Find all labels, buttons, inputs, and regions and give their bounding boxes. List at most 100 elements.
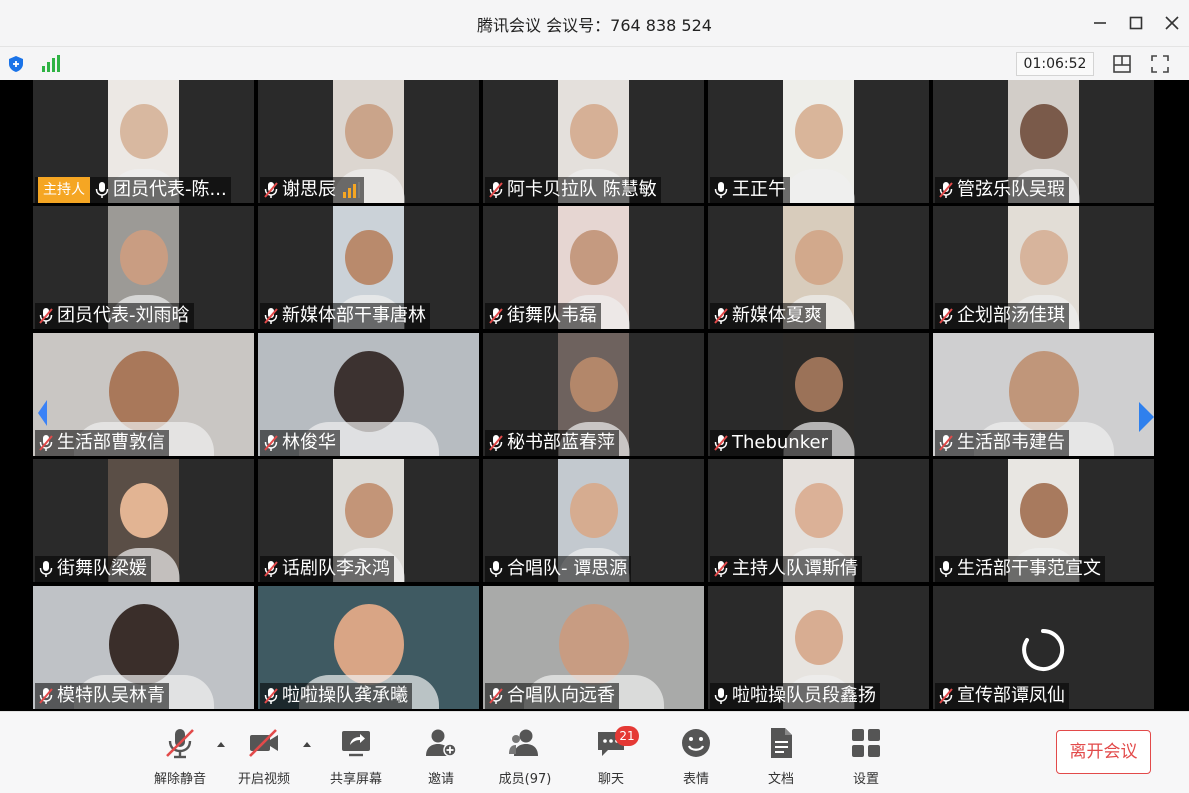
microphone-muted-icon (166, 729, 194, 759)
participant-face (1019, 104, 1068, 159)
microphone-muted-icon (489, 435, 503, 451)
participant-video-tile[interactable]: 街舞队韦磊 (483, 206, 704, 329)
next-page-arrow-icon[interactable] (1136, 400, 1156, 434)
leave-meeting-button[interactable]: 离开会议 (1056, 730, 1151, 774)
participant-name: 团员代表-陈... (113, 179, 227, 200)
participant-video-tile[interactable]: 企划部汤佳琪 (933, 206, 1154, 329)
chat-button[interactable]: 聊天 21 (571, 722, 651, 788)
microphone-muted-icon (264, 688, 278, 704)
settings-button[interactable]: 设置 (826, 722, 906, 788)
participant-name: 街舞队韦磊 (507, 305, 597, 326)
microphone-muted-icon (714, 308, 728, 324)
participant-video-tile[interactable]: 生活部干事范宣文 (933, 459, 1154, 582)
microphone-muted-icon (939, 308, 953, 324)
participant-video-tile[interactable]: 主持人队谭斯倩 (708, 459, 929, 582)
participant-name-label: 街舞队韦磊 (485, 303, 601, 329)
participant-video-tile[interactable]: 宣传部谭凤仙 (933, 586, 1154, 709)
share-screen-icon (342, 731, 370, 757)
participant-video-tile[interactable]: 生活部韦建告 (933, 333, 1154, 456)
participant-video-tile[interactable]: 话剧队李永鸿 (258, 459, 479, 582)
layout-icon[interactable] (1112, 54, 1132, 74)
participant-shoulders (783, 169, 854, 203)
participant-video-tile[interactable]: Thebunker (708, 333, 929, 456)
participant-video-tile[interactable]: 秘书部蓝春萍 (483, 333, 704, 456)
members-label: 成员(97) (498, 772, 552, 787)
video-options-caret-icon[interactable] (302, 740, 312, 748)
documents-button[interactable]: 文档 (741, 722, 821, 788)
participant-face (333, 604, 404, 685)
participant-video-tile[interactable]: 合唱队向远香 (483, 586, 704, 709)
participant-video-tile[interactable]: 林俊华 (258, 333, 479, 456)
microphone-icon (489, 561, 503, 577)
close-button[interactable] (1160, 11, 1184, 35)
participant-name: 啦啦操队龚承曦 (282, 685, 408, 706)
participant-video-tile[interactable]: 团员代表-刘雨晗 (33, 206, 254, 329)
camera-off-icon (249, 729, 278, 757)
participant-video-tile[interactable]: 谢思辰 (258, 80, 479, 203)
participant-video-tile[interactable]: 管弦乐队吴瑕 (933, 80, 1154, 203)
reactions-button[interactable]: 表情 (656, 722, 736, 788)
participant-video-tile[interactable]: 啦啦操队员段鑫扬 (708, 586, 929, 709)
participant-video-tile[interactable]: 王正午 (708, 80, 929, 203)
participant-name-label: 企划部汤佳琪 (935, 303, 1069, 329)
participant-video-tile[interactable]: 阿卡贝拉队 陈慧敏 (483, 80, 704, 203)
participant-name-label: 啦啦操队龚承曦 (260, 683, 412, 709)
participant-name-label: 话剧队李永鸿 (260, 556, 394, 582)
microphone-icon (939, 561, 953, 577)
participant-name-label: 王正午 (710, 177, 790, 203)
previous-page-arrow-icon[interactable] (36, 398, 48, 428)
participant-name: 生活部韦建告 (957, 432, 1065, 453)
microphone-muted-icon (489, 688, 503, 704)
participant-face (794, 483, 843, 538)
participant-name: 宣传部谭凤仙 (957, 685, 1065, 706)
participant-video-tile[interactable]: 生活部曹敦信 (33, 333, 254, 456)
unmute-button[interactable]: 解除静音 (140, 722, 220, 788)
participant-face (794, 357, 843, 412)
participant-name-label: 生活部韦建告 (935, 430, 1069, 456)
participant-face (794, 104, 843, 159)
participant-video-tile[interactable]: 啦啦操队龚承曦 (258, 586, 479, 709)
microphone-muted-icon (939, 688, 953, 704)
participant-name-label: 主持人 团员代表-陈... (35, 177, 231, 203)
participant-name: 啦啦操队员段鑫扬 (732, 685, 876, 706)
settings-label: 设置 (852, 772, 879, 787)
microphone-icon (95, 182, 109, 198)
shield-icon[interactable] (7, 55, 25, 73)
fullscreen-icon[interactable] (1150, 54, 1170, 74)
participant-video-tile[interactable]: 模特队吴林青 (33, 586, 254, 709)
meeting-timer: 01:06:52 (1016, 52, 1094, 76)
participant-video-tile[interactable]: 合唱队- 谭思源 (483, 459, 704, 582)
start-video-button[interactable]: 开启视频 (224, 722, 304, 788)
participant-video-tile[interactable]: 街舞队梁媛 (33, 459, 254, 582)
participant-name-label: 生活部曹敦信 (35, 430, 169, 456)
participant-face (108, 604, 179, 685)
participant-name: 街舞队梁媛 (57, 558, 147, 579)
minimize-button[interactable] (1088, 11, 1112, 35)
microphone-icon (714, 688, 728, 704)
participant-video-tile[interactable]: 新媒体部干事唐林 (258, 206, 479, 329)
apps-grid-icon (852, 729, 880, 757)
microphone-muted-icon (939, 435, 953, 451)
invite-button[interactable]: 邀请 (401, 722, 481, 788)
maximize-button[interactable] (1124, 11, 1148, 35)
close-icon (1165, 16, 1179, 30)
participant-name: 王正午 (732, 179, 786, 200)
participant-name-label: 管弦乐队吴瑕 (935, 177, 1069, 203)
microphone-muted-icon (39, 435, 53, 451)
participant-name-label: 林俊华 (260, 430, 340, 456)
participant-video-tile[interactable]: 新媒体夏爽 (708, 206, 929, 329)
share-screen-button[interactable]: 共享屏幕 (316, 722, 396, 788)
participant-name: 生活部曹敦信 (57, 432, 165, 453)
participant-name: 秘书部蓝春萍 (507, 432, 615, 453)
participant-name-label: 秘书部蓝春萍 (485, 430, 619, 456)
participant-name-label: 谢思辰 (260, 177, 364, 203)
meeting-status-bar: 01:06:52 (0, 46, 1189, 80)
loading-spinner-icon (1022, 628, 1065, 671)
members-button[interactable]: 成员(97) (485, 722, 565, 788)
microphone-muted-icon (264, 182, 278, 198)
participant-name-label: 宣传部谭凤仙 (935, 683, 1069, 709)
participant-video-tile[interactable]: 主持人 团员代表-陈... (33, 80, 254, 203)
participant-name-label: Thebunker (710, 430, 832, 456)
participant-name: 团员代表-刘雨晗 (57, 305, 190, 326)
signal-strength-icon[interactable] (40, 55, 60, 73)
